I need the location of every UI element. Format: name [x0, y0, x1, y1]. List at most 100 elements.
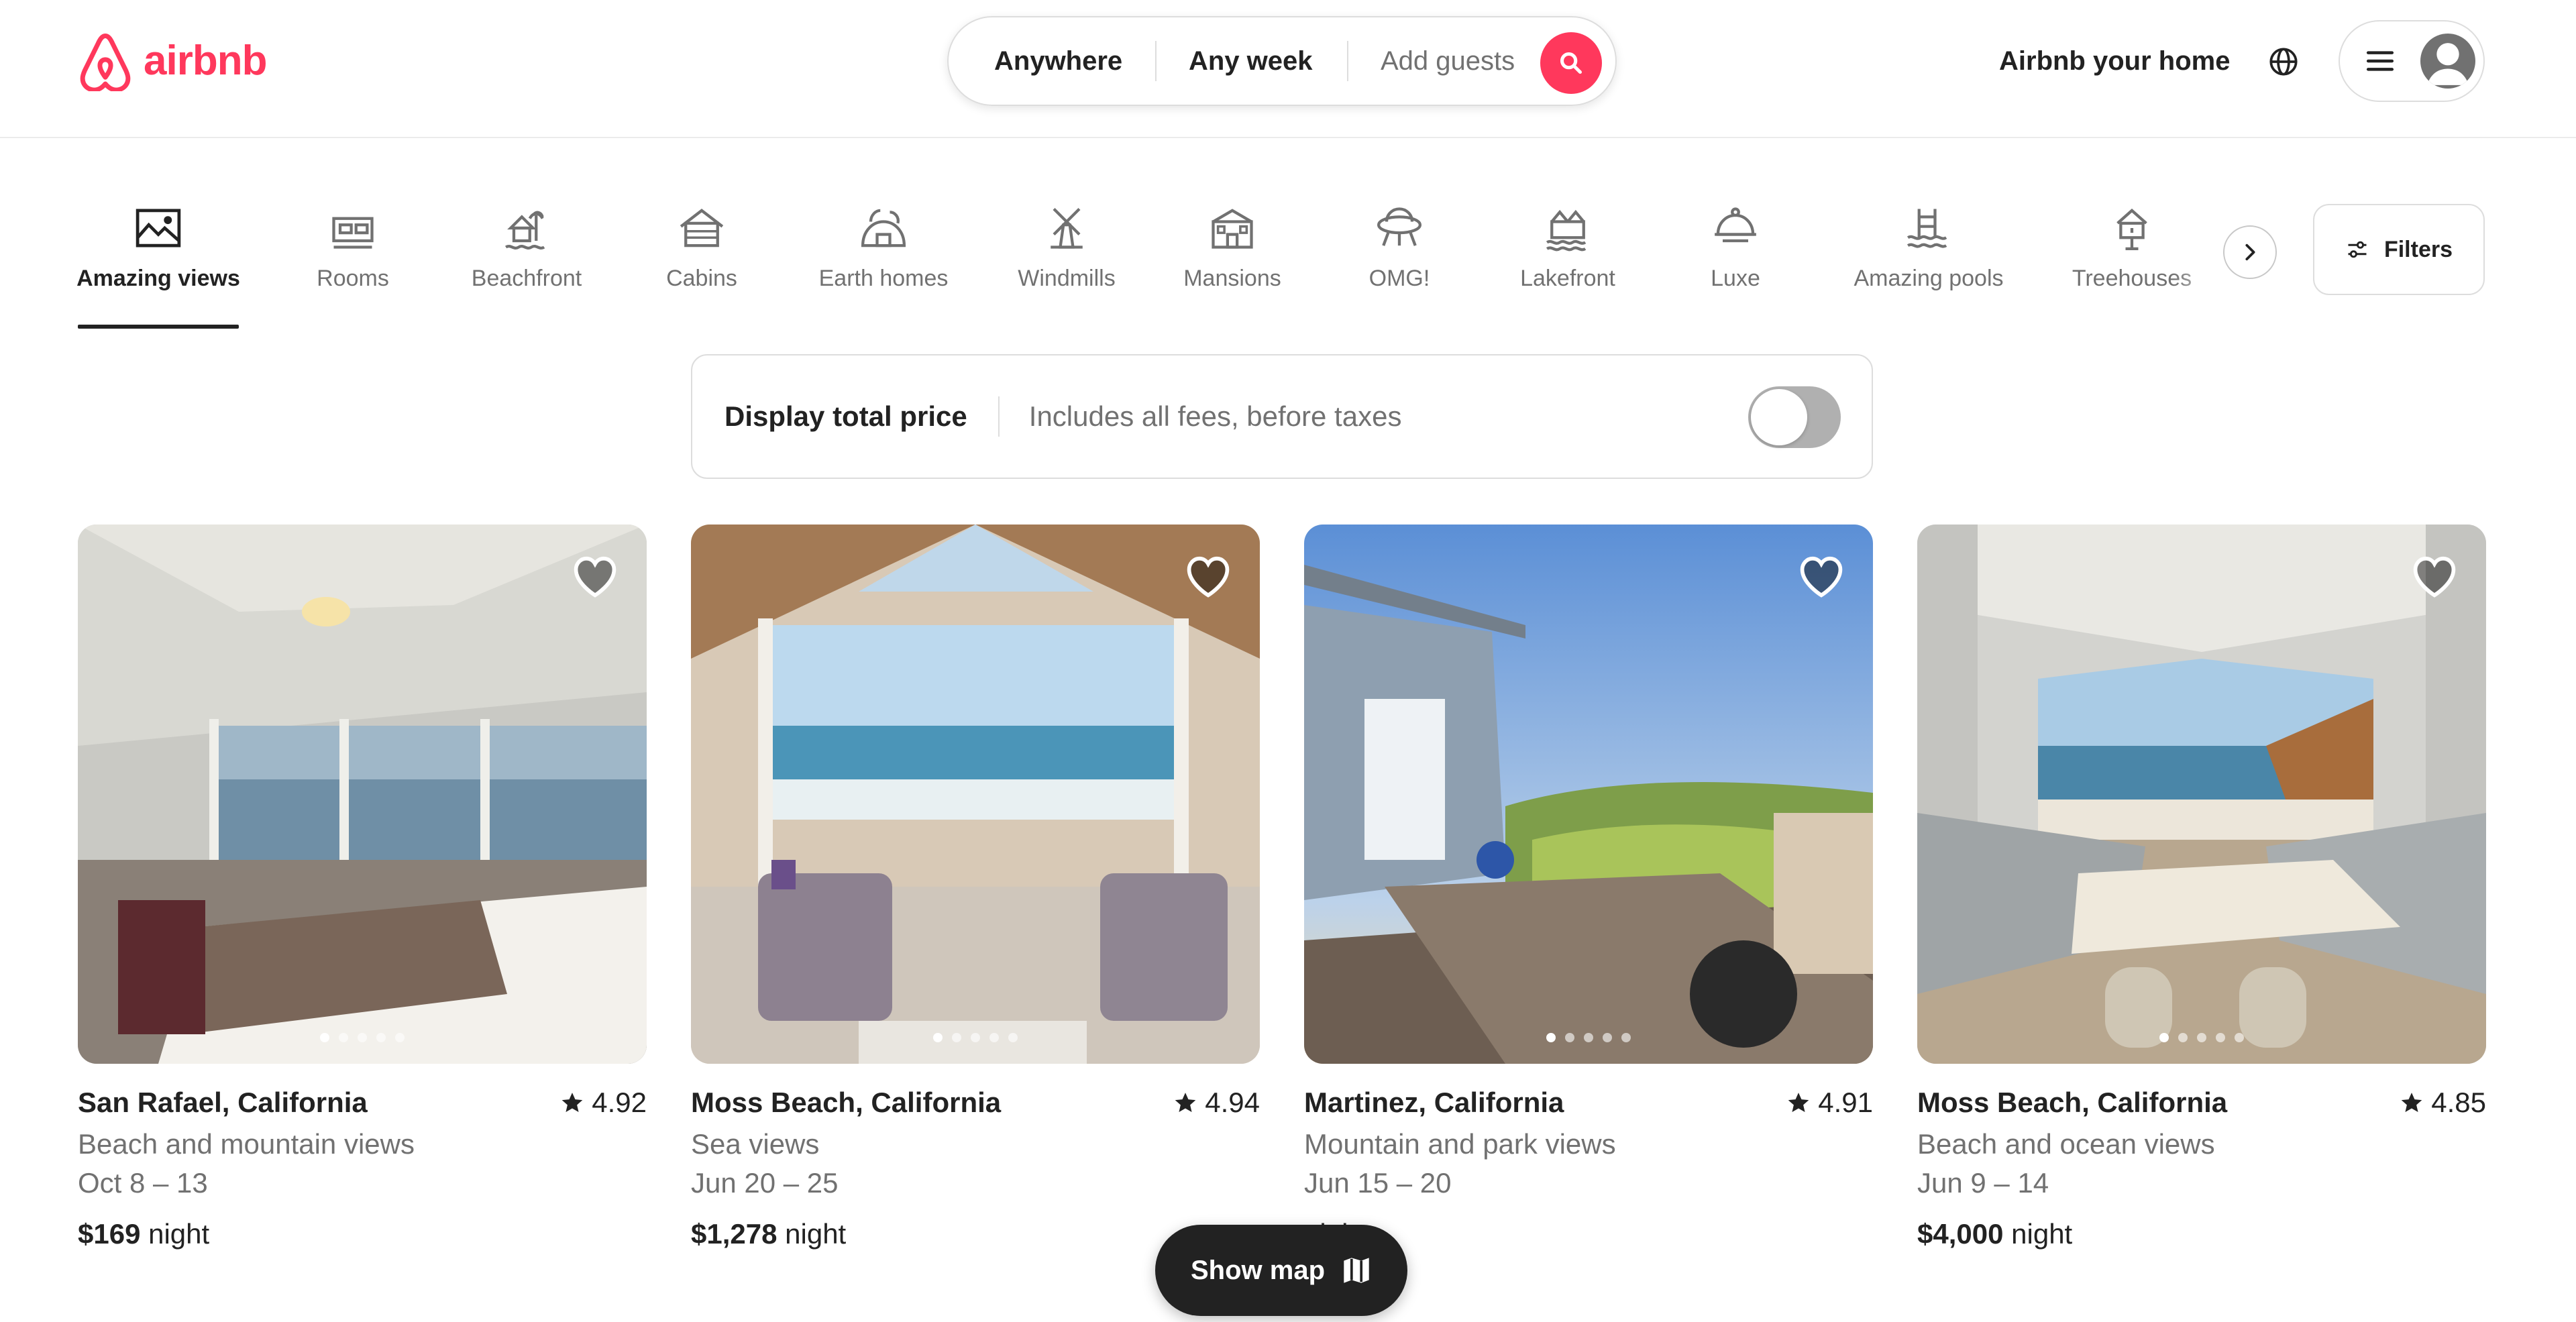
category-beachfront[interactable]: Beachfront	[463, 203, 590, 329]
photo-pagination	[1917, 1033, 2486, 1042]
photo-pagination	[1304, 1033, 1873, 1042]
listing-card[interactable]: Moss Beach, California 4.85 Beach and oc…	[1917, 525, 2486, 1262]
category-label: Cabins	[666, 266, 737, 291]
category-rooms[interactable]: Rooms	[309, 203, 397, 329]
listing-rating: 4.92	[561, 1087, 647, 1119]
amazing-pools-icon	[1907, 209, 1947, 248]
total-price-title: Display total price	[724, 400, 967, 432]
category-windmills[interactable]: Windmills	[1013, 203, 1120, 329]
category-luxe[interactable]: Luxe	[1705, 203, 1766, 329]
category-label: Rooms	[317, 266, 389, 291]
listing-header: San Rafael, California 4.92	[78, 1087, 647, 1119]
listing-card[interactable]: San Rafael, California 4.92 Beach and mo…	[78, 525, 647, 1262]
listing-location: Moss Beach, California	[691, 1087, 1002, 1118]
price-unit: night	[2011, 1218, 2073, 1250]
listing-dates: Jun 20 – 25	[691, 1167, 839, 1199]
globe-icon	[2269, 48, 2298, 76]
amazing-views-icon	[136, 209, 181, 247]
airbnb-logo[interactable]: airbnb	[76, 30, 267, 91]
favorite-heart-icon[interactable]	[1185, 554, 1232, 598]
user-avatar-icon	[2420, 34, 2475, 89]
favorite-heart-icon[interactable]	[2411, 554, 2458, 598]
total-price-subtitle: Includes all fees, before taxes	[1028, 400, 1402, 432]
category-label: Luxe	[1711, 266, 1760, 291]
filters-label: Filters	[2383, 236, 2453, 262]
chevron-right-icon	[2245, 243, 2255, 261]
total-price-divider	[998, 396, 1000, 437]
listing-location: Moss Beach, California	[1917, 1087, 2228, 1118]
category-earth-homes[interactable]: Earth homes	[813, 203, 954, 329]
pagination-dot	[952, 1033, 961, 1042]
price-value: $1,278	[691, 1218, 777, 1250]
search-button[interactable]	[1540, 32, 1602, 94]
listing-description: Beach and ocean views	[1917, 1128, 2215, 1160]
listing-card[interactable]: Martinez, California 4.91 Mountain and p…	[1304, 525, 1873, 1262]
filters-button[interactable]: Filters	[2313, 204, 2485, 295]
category-cabins[interactable]: Cabins	[661, 203, 743, 329]
price-unit: night	[148, 1218, 210, 1250]
airbnb-your-home-link[interactable]: Airbnb your home	[1979, 38, 2250, 85]
listing-rating: 4.85	[2400, 1087, 2486, 1119]
category-label: Beachfront	[471, 266, 582, 291]
listing-location: San Rafael, California	[78, 1087, 368, 1118]
pagination-dot	[1008, 1033, 1018, 1042]
rating-value: 4.91	[1818, 1087, 1873, 1118]
listing-photo[interactable]	[691, 525, 1260, 1064]
pagination-dot	[1565, 1033, 1574, 1042]
rooms-icon	[332, 217, 374, 249]
pagination-dot	[1603, 1033, 1612, 1042]
top-header: airbnb Anywhere Any week Add guests Airb…	[0, 0, 2576, 138]
windmills-icon	[1051, 207, 1083, 249]
search-icon	[1560, 52, 1582, 74]
language-button[interactable]	[2262, 40, 2305, 83]
star-icon	[1788, 1093, 1809, 1113]
rating-value: 4.92	[592, 1087, 647, 1118]
pagination-dot	[933, 1033, 943, 1042]
pagination-dot	[989, 1033, 999, 1042]
user-menu-button[interactable]	[2339, 20, 2485, 102]
category-label: OMG!	[1368, 266, 1430, 291]
listing-header: Martinez, California 4.91	[1304, 1087, 1873, 1119]
listing-rating: 4.91	[1787, 1087, 1873, 1119]
listing-description: Beach and mountain views	[78, 1128, 415, 1160]
treehouses-icon	[2116, 209, 2147, 251]
pagination-dot	[971, 1033, 980, 1042]
price-unit: night	[785, 1218, 847, 1250]
category-amazing-pools[interactable]: Amazing pools	[1849, 203, 2008, 329]
total-price-toggle[interactable]	[1748, 386, 1841, 448]
search-add-guests[interactable]: Add guests	[1348, 17, 1550, 105]
earth-homes-icon	[861, 209, 906, 247]
category-next-button[interactable]	[2223, 225, 2277, 279]
category-lakefront[interactable]: Lakefront	[1513, 203, 1622, 329]
category-omg[interactable]: OMG!	[1364, 203, 1434, 329]
listing-photo-image	[78, 525, 647, 1064]
hamburger-icon	[2366, 51, 2394, 71]
pagination-dot	[1584, 1033, 1593, 1042]
photo-pagination	[78, 1033, 647, 1042]
listing-price: $4,000 night	[1917, 1218, 2072, 1250]
star-icon	[1175, 1093, 1196, 1113]
cabins-icon	[680, 209, 724, 247]
pagination-dot	[2197, 1033, 2206, 1042]
luxe-icon	[1715, 207, 1756, 243]
show-map-button[interactable]: Show map	[1155, 1225, 1407, 1316]
rating-value: 4.85	[2431, 1087, 2486, 1118]
brand-name: airbnb	[144, 37, 267, 84]
search-bar[interactable]: Anywhere Any week Add guests	[947, 16, 1617, 106]
listing-dates: Oct 8 – 13	[78, 1167, 208, 1199]
listing-dates: Jun 15 – 20	[1304, 1167, 1452, 1199]
favorite-heart-icon[interactable]	[572, 554, 619, 598]
favorite-heart-icon[interactable]	[1798, 554, 1845, 598]
search-anywhere[interactable]: Anywhere	[949, 17, 1155, 105]
search-any-week[interactable]: Any week	[1157, 17, 1347, 105]
listing-photo[interactable]	[1304, 525, 1873, 1064]
listing-photo-image	[691, 525, 1260, 1064]
listing-card[interactable]: Moss Beach, California 4.94 Sea views Ju…	[691, 525, 1260, 1262]
category-amazing-views[interactable]: Amazing views	[76, 203, 240, 329]
category-mansions[interactable]: Mansions	[1182, 203, 1283, 329]
listing-photo[interactable]	[1917, 525, 2486, 1064]
category-label: Earth homes	[818, 266, 949, 291]
beachfront-icon	[504, 211, 545, 250]
listing-photo[interactable]	[78, 525, 647, 1064]
star-icon	[2401, 1093, 2422, 1113]
